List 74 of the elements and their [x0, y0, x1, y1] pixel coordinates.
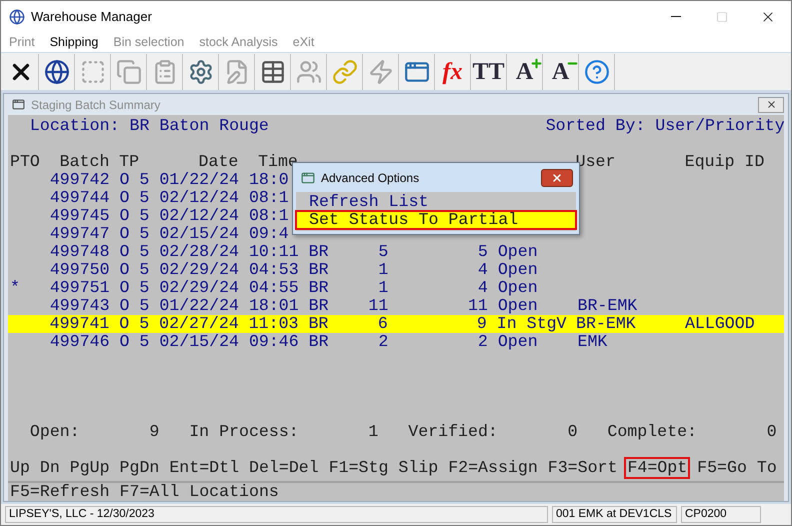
menu-item[interactable]: Shipping — [50, 32, 98, 52]
toolbar-button[interactable]: TT — [471, 54, 507, 90]
total-label: In Process: — [189, 423, 299, 441]
column-header: PTO — [10, 153, 41, 171]
program-status: CP0200 — [681, 506, 761, 523]
column-header: Equip ID — [684, 153, 766, 171]
minimize-icon — [671, 16, 681, 17]
function-key[interactable]: F7=All Locations — [120, 483, 279, 501]
batch-row[interactable]: 499748 O 5 02/28/24 10:11 BR 5 5 Open — [8, 243, 578, 261]
sort-label: Sorted By: User/Priority — [546, 117, 785, 135]
dialog-option[interactable]: Set Status To Partial — [296, 211, 576, 229]
dialog-close-button[interactable] — [541, 168, 573, 186]
total-label: Complete: — [607, 423, 698, 441]
total-label: Open: — [30, 423, 80, 441]
function-key[interactable]: PgDn — [116, 457, 162, 479]
maximize-icon — [716, 10, 728, 22]
dialog-option[interactable]: Refresh List — [296, 193, 576, 211]
toolbar-button[interactable]: fx — [435, 54, 471, 90]
batch-row[interactable]: 499741 O 5 02/27/24 11:03 BR 6 9 In StgV BR-EMK ALLGOOD — [8, 315, 784, 333]
batch-row[interactable]: 499744 O 5 02/12/24 08:1 — [8, 189, 289, 207]
window-icon — [301, 170, 315, 184]
globe-icon — [44, 58, 70, 84]
batch-row[interactable]: * 499751 O 5 02/29/24 04:55 BR 1 4 Open — [8, 279, 578, 297]
batch-row[interactable]: 499747 O 5 02/15/24 09:4 — [8, 225, 289, 243]
glyph-icon-text: TT — [472, 60, 504, 84]
column-header: TP — [119, 153, 140, 171]
toolbar-button[interactable]: A — [543, 54, 579, 90]
window-icon — [12, 98, 25, 111]
total-value: 0 — [568, 423, 578, 441]
location-label: Location: BR Baton Rouge — [30, 117, 269, 135]
column-header: Date — [198, 153, 240, 171]
function-key[interactable]: F5=Refresh — [10, 483, 110, 501]
column-header: Batch — [60, 153, 110, 171]
glyph-icon-text: fx — [442, 60, 462, 84]
batch-row[interactable]: 499750 O 5 02/29/24 04:53 BR 1 4 Open — [8, 261, 578, 279]
users-icon — [296, 58, 322, 84]
function-key[interactable]: F3=Sort — [544, 457, 620, 479]
chain-link-icon — [332, 58, 358, 84]
user-status: 001 EMK at DEV1CLS — [552, 506, 677, 523]
batch-row[interactable]: 499746 O 5 02/15/24 09:46 BR 2 2 Open EMK — [8, 333, 688, 351]
table-icon — [260, 58, 286, 84]
function-key[interactable]: PgUp — [66, 457, 113, 479]
function-key[interactable]: Dn — [36, 457, 63, 479]
child-window-title: Staging Batch Summary — [31, 96, 160, 114]
dashed-square-icon — [80, 58, 106, 84]
lightning-icon — [368, 58, 394, 84]
total-value: 0 — [766, 423, 777, 441]
function-key[interactable]: F5=Go To — [694, 457, 780, 479]
glyph-icon-text: A — [552, 60, 570, 84]
window-title: Warehouse Manager — [31, 8, 152, 26]
total-label: Verified: — [408, 423, 498, 441]
glyph-icon-text: A — [516, 60, 534, 84]
total-value: 9 — [149, 423, 160, 441]
toolbar-button[interactable]: A — [507, 54, 543, 90]
function-key[interactable]: F4=Opt — [624, 457, 690, 479]
close-icon — [551, 172, 563, 184]
function-key[interactable]: Ent=Dtl — [166, 457, 242, 479]
batch-row[interactable]: 499743 O 5 01/22/24 18:01 BR 11 11 Open BR-EMK — [8, 297, 688, 315]
dialog-title: Advanced Options — [321, 170, 420, 186]
total-value: 1 — [368, 423, 378, 441]
function-key[interactable]: Up — [7, 457, 33, 479]
help-icon — [584, 58, 610, 84]
copy-icon — [116, 58, 142, 84]
batch-row[interactable]: 499745 O 5 02/12/24 08:1 — [8, 207, 289, 225]
function-key[interactable]: Del=Del — [246, 457, 322, 479]
function-key[interactable]: F2=Assign — [445, 457, 541, 479]
close-icon — [766, 99, 776, 110]
column-header: Time — [258, 153, 299, 171]
batch-row[interactable]: 499742 O 5 01/22/24 18:0 — [8, 171, 289, 189]
child-close-button[interactable] — [758, 96, 784, 112]
gear-icon — [188, 58, 214, 84]
app-globe-icon — [9, 8, 25, 24]
function-key[interactable]: F1=Stg Slip — [326, 457, 442, 479]
company-status: LIPSEY'S, LLC - 12/30/2023 — [5, 506, 548, 523]
